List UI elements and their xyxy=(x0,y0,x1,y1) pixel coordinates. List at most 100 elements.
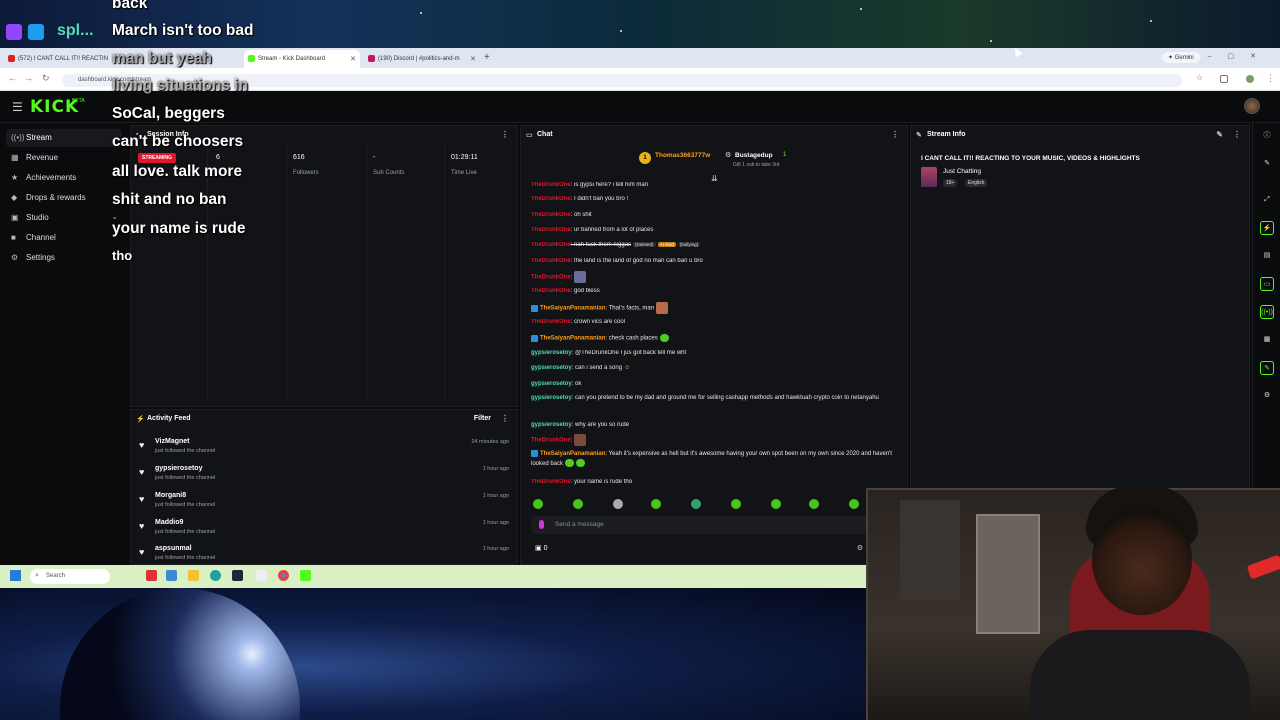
sidebar-item-revenue[interactable]: ▦ Revenue xyxy=(6,149,122,167)
overlay-line: man but yeah xyxy=(112,50,212,67)
hamburger-icon[interactable]: ☰ xyxy=(12,100,23,114)
sidebar-item-stream[interactable]: ((•)) Stream xyxy=(6,129,122,147)
chat-username[interactable]: TheDrunkOne xyxy=(531,438,571,444)
category-name[interactable]: Just Chatting xyxy=(943,168,981,175)
chat-username[interactable]: TheDrunkOne xyxy=(531,227,571,233)
chat-username[interactable]: gypsierosetoy xyxy=(531,395,572,401)
kebab-menu-icon[interactable]: ⋮ xyxy=(1233,130,1241,139)
overlay-line: can't be choosers xyxy=(112,133,244,150)
edge-icon[interactable] xyxy=(210,570,221,581)
steam-icon[interactable] xyxy=(232,570,243,581)
pinned-user: Thomas3663777w xyxy=(655,152,711,159)
chat-username[interactable]: TheDrunkOne xyxy=(531,288,571,294)
follower-name[interactable]: Maddio9 xyxy=(155,519,183,526)
bolt-rail-icon[interactable]: ⚡ xyxy=(1260,221,1274,235)
forward-icon[interactable]: → xyxy=(24,73,33,83)
chrome-icon[interactable] xyxy=(278,570,289,581)
emote-button[interactable] xyxy=(849,499,859,509)
follower-name[interactable]: gypsierosetoy xyxy=(155,465,202,472)
chat-username[interactable]: TheDrunkOne xyxy=(531,275,571,281)
chat-text: : can i send a song xyxy=(571,365,623,371)
sidebar-item-studio[interactable]: ▣ Studio ⌄ xyxy=(6,209,122,227)
star-icon[interactable]: ☆ xyxy=(1196,73,1204,82)
emote-button[interactable] xyxy=(651,499,661,509)
taskbar-search[interactable]: ⌕ Search xyxy=(30,569,110,584)
browser-tab-discord[interactable]: (190) Discord | #politics-and-m ✕ xyxy=(364,50,480,68)
folder-icon[interactable] xyxy=(188,570,199,581)
reload-icon[interactable]: ↻ xyxy=(42,73,50,84)
sidebar-item-channel[interactable]: ■ Channel xyxy=(6,229,122,247)
pinned-gift-banner[interactable]: 1 Thomas3663777w ⚙ Bustagedup 1 Gift 1 s… xyxy=(639,150,799,170)
emote-button[interactable] xyxy=(731,499,741,509)
chat-username[interactable]: gypsierosetoy xyxy=(531,365,572,371)
back-icon[interactable]: ← xyxy=(8,73,17,83)
browser-tab-kick[interactable]: Stream - Kick Dashboard ✕ xyxy=(244,50,360,68)
kebab-menu-icon[interactable]: ⋮ xyxy=(501,414,509,423)
panel-title: Activity Feed xyxy=(147,415,191,422)
chat-username[interactable]: TheDrunkOne xyxy=(531,182,571,188)
close-tab-icon[interactable]: ✕ xyxy=(470,55,476,63)
chat-username[interactable]: gypsierosetoy xyxy=(531,350,572,356)
chat-username[interactable]: TheDrunkOne xyxy=(531,319,571,325)
profile-icon[interactable] xyxy=(1246,75,1254,83)
doc-rail-icon[interactable]: ▤ xyxy=(1260,249,1274,263)
tag-chip: English xyxy=(965,179,988,187)
stream-rail-icon[interactable]: ((•)) xyxy=(1260,305,1274,319)
extension-icon[interactable] xyxy=(1220,75,1228,83)
emote-button[interactable] xyxy=(533,499,543,509)
taskbar-app-icon[interactable] xyxy=(166,570,177,581)
chat-username[interactable]: TheDrunkOne xyxy=(531,479,571,485)
taskbar-app-icon[interactable] xyxy=(146,570,157,581)
layout-rail-icon[interactable]: ▦ xyxy=(1260,333,1274,347)
streaming-badge: STREAMING xyxy=(138,153,176,163)
emote-button[interactable] xyxy=(613,499,623,509)
windows-start-icon[interactable] xyxy=(10,570,21,581)
menu-icon[interactable]: ⋮ xyxy=(1266,73,1275,84)
chat-message: TheSaiyanPanamanian: Yeah it's expensive… xyxy=(531,449,897,469)
chat-input[interactable]: Send a message xyxy=(531,516,891,534)
sidebar-item-settings[interactable]: ⚙ Settings xyxy=(6,249,122,267)
gemini-button[interactable]: ✦ Gemini xyxy=(1162,52,1200,63)
sidebar-item-drops[interactable]: ◆ Drops & rewards xyxy=(6,189,122,207)
sidebar-item-achievements[interactable]: ★ Achievements xyxy=(6,169,122,187)
emote-button[interactable] xyxy=(573,499,583,509)
filter-button[interactable]: Filter xyxy=(474,415,491,422)
avatar[interactable] xyxy=(1244,98,1260,114)
new-tab-button[interactable]: + xyxy=(484,52,490,63)
chat-username[interactable]: TheSaiyanPanamanian xyxy=(540,336,605,342)
chat-rail-icon[interactable]: ▭ xyxy=(1260,277,1274,291)
chat-username[interactable]: gypsierosetoy xyxy=(531,381,572,387)
wrench-rail-icon[interactable]: ✎ xyxy=(1260,361,1274,375)
chat-username[interactable]: TheDrunkOne xyxy=(531,212,571,218)
mic-icon[interactable] xyxy=(539,520,544,529)
browser-tab-youtube[interactable]: (572) I CANT CALL IT!! REACTIN xyxy=(4,50,122,68)
webcam-person-body xyxy=(1030,630,1250,720)
chat-username[interactable]: TheSaiyanPanamanian xyxy=(540,306,605,312)
info-rail-icon[interactable]: ⓘ xyxy=(1260,129,1274,143)
chat-username[interactable]: TheSaiyanPanamanian xyxy=(540,451,605,457)
window-controls[interactable]: –▢✕ xyxy=(1208,52,1272,60)
chat-settings-icon[interactable]: ⚙ xyxy=(857,544,863,552)
kebab-menu-icon[interactable]: ⋮ xyxy=(891,130,899,139)
chat-username[interactable]: TheDrunkOne xyxy=(531,258,571,264)
expand-rail-icon[interactable]: ⤢ xyxy=(1260,193,1274,207)
pen-rail-icon[interactable]: ✎ xyxy=(1260,157,1274,171)
settings-rail-icon[interactable]: ⚙ xyxy=(1260,389,1274,403)
kick-app-icon[interactable] xyxy=(300,570,311,581)
chat-username[interactable]: TheDrunkOne xyxy=(531,196,571,202)
follower-name[interactable]: VizMagnet xyxy=(155,438,190,445)
edit-icon[interactable]: ✎ xyxy=(1216,130,1223,139)
follower-name[interactable]: aspsunmal xyxy=(155,545,192,552)
emote-button[interactable] xyxy=(771,499,781,509)
sidebar-item-label: Stream xyxy=(26,133,52,142)
taskbar-app-icon[interactable] xyxy=(256,570,267,581)
kebab-menu-icon[interactable]: ⋮ xyxy=(501,130,509,139)
chat-username[interactable]: TheDrunkOne xyxy=(531,242,571,248)
chat-username[interactable]: gypsierosetoy xyxy=(531,422,572,428)
follower-name[interactable]: Morgani8 xyxy=(155,492,186,499)
chat-input-placeholder: Send a message xyxy=(555,521,604,528)
emote-button[interactable] xyxy=(691,499,701,509)
emote-button[interactable] xyxy=(809,499,819,509)
chat-icon: ▭ xyxy=(526,132,533,139)
close-tab-icon[interactable]: ✕ xyxy=(350,55,356,63)
